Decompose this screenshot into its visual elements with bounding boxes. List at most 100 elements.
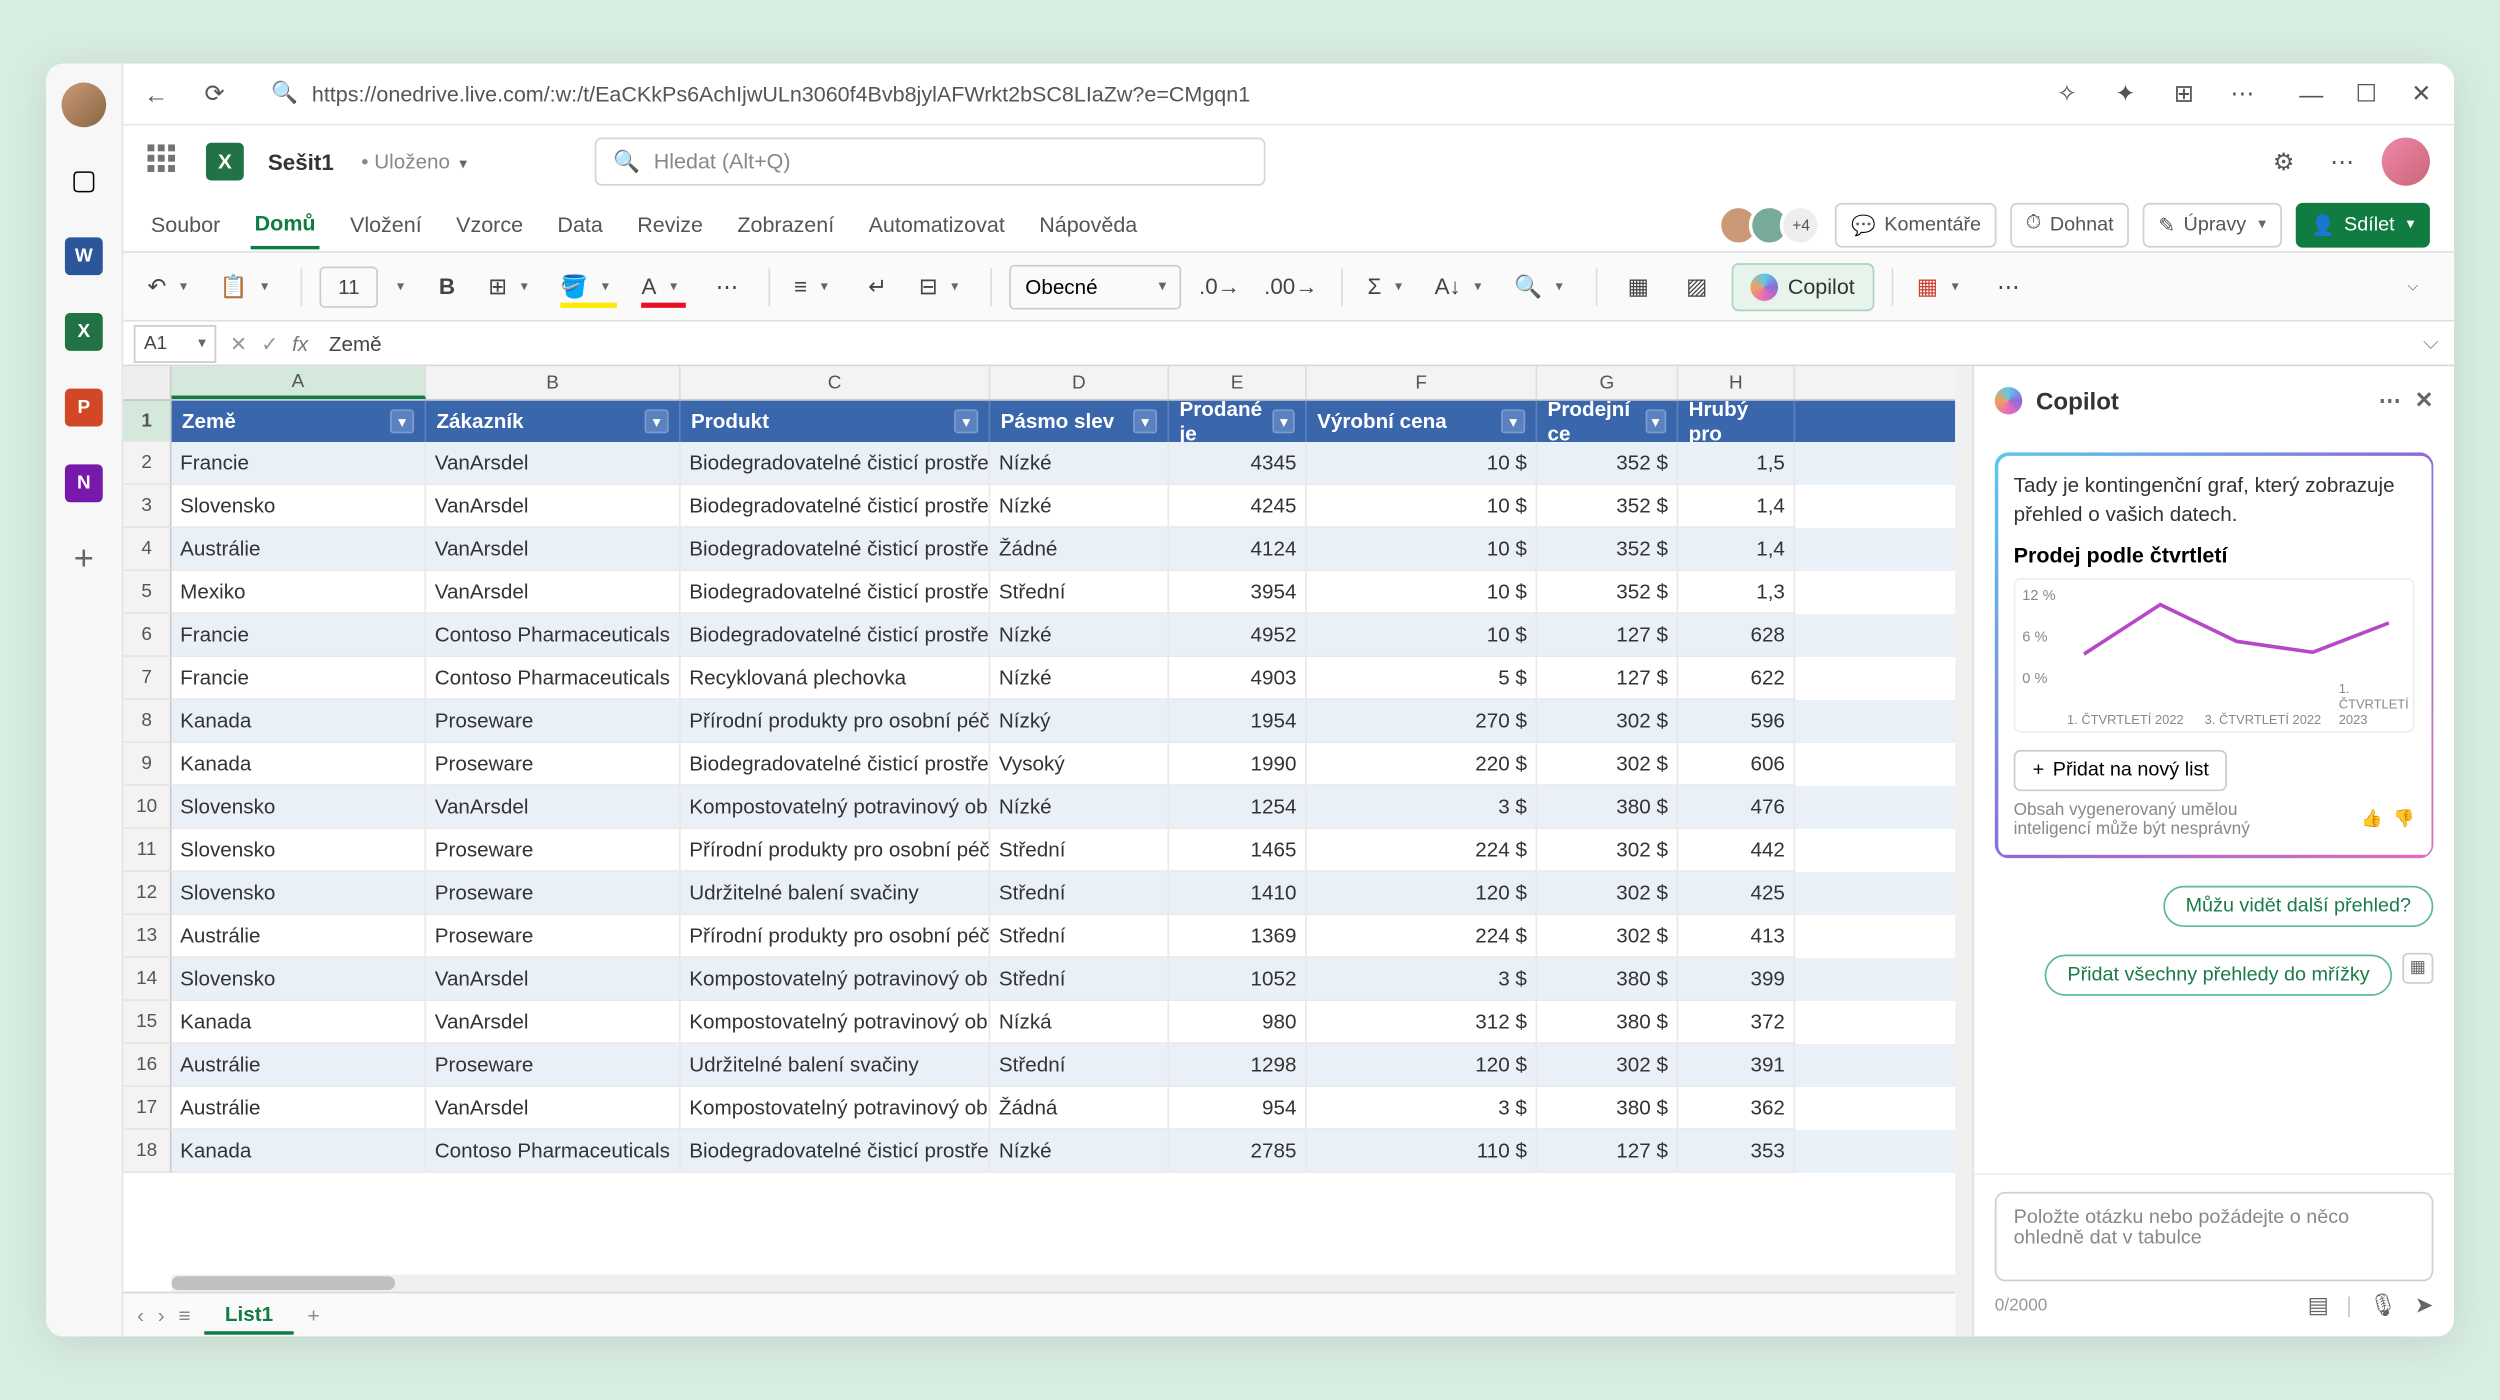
extensions-icon[interactable]: ⊞ [2165, 75, 2203, 113]
table-row[interactable]: 14SlovenskoVanArsdelKompostovatelný potr… [123, 958, 1955, 1001]
cell[interactable]: 1990 [1169, 743, 1307, 786]
cell[interactable]: Francie [172, 614, 427, 657]
add-to-sheet-button[interactable]: + Přidat na nový list [2014, 749, 2228, 790]
col-header-d[interactable]: D [990, 366, 1169, 399]
catchup-button[interactable]: ⏱ Dohnat [2010, 202, 2129, 247]
cell[interactable]: VanArsdel [426, 442, 681, 485]
cell[interactable]: 224 $ [1307, 915, 1537, 958]
tab-automate[interactable]: Automatizovat [865, 202, 1008, 247]
cell[interactable]: Kanada [172, 700, 427, 743]
expand-formula-bar[interactable]: ⌵ [2423, 330, 2454, 356]
cell[interactable]: 10 $ [1307, 614, 1537, 657]
table-row[interactable]: 16AustrálieProsewareUdržitelné balení sv… [123, 1044, 1955, 1087]
row-header[interactable]: 15 [123, 1001, 171, 1044]
table-row[interactable]: 7FrancieContoso PharmaceuticalsRecyklova… [123, 657, 1955, 700]
header-price[interactable]: Prodejní ce▾ [1537, 401, 1678, 442]
row-header[interactable]: 2 [123, 442, 171, 485]
cell[interactable]: Kanada [172, 1001, 427, 1044]
row-header[interactable]: 7 [123, 657, 171, 700]
find-button[interactable]: 🔍▾ [1507, 262, 1578, 310]
cell[interactable]: Proseware [426, 872, 681, 915]
header-customer[interactable]: Zákazník▾ [426, 401, 681, 442]
more-commands-button[interactable]: ⋯ [1984, 262, 2032, 310]
cell[interactable]: 220 $ [1307, 743, 1537, 786]
cell[interactable]: 399 [1678, 958, 1795, 1001]
row-header[interactable]: 14 [123, 958, 171, 1001]
cell[interactable]: Biodegradovatelné čisticí prostřed [681, 1130, 991, 1173]
cell[interactable]: VanArsdel [426, 786, 681, 829]
collections-icon[interactable]: ✦ [2107, 75, 2145, 113]
search-input[interactable]: 🔍 Hledat (Alt+Q) [594, 138, 1265, 186]
cell[interactable]: 1052 [1169, 958, 1307, 1001]
cell[interactable]: Contoso Pharmaceuticals [426, 614, 681, 657]
cell[interactable]: Mexiko [172, 571, 427, 614]
cell[interactable]: Slovensko [172, 958, 427, 1001]
table-row[interactable]: 12SlovenskoProsewareUdržitelné balení sv… [123, 872, 1955, 915]
cell[interactable]: Austrálie [172, 1087, 427, 1130]
cell[interactable]: 4345 [1169, 442, 1307, 485]
cell[interactable]: 628 [1678, 614, 1795, 657]
cell[interactable]: Francie [172, 442, 427, 485]
sort-filter-button[interactable]: A↓▾ [1428, 262, 1497, 310]
cell[interactable]: Vysoký [990, 743, 1169, 786]
header-country[interactable]: Země▾ [172, 401, 427, 442]
thumbs-up-icon[interactable]: 👍 [2361, 810, 2382, 829]
cell[interactable]: VanArsdel [426, 571, 681, 614]
table-row[interactable]: 6FrancieContoso PharmaceuticalsBiodegrad… [123, 614, 1955, 657]
refresh-button[interactable]: ⟳ [196, 75, 234, 113]
cell[interactable]: 4245 [1169, 485, 1307, 528]
cell[interactable]: 3 $ [1307, 958, 1537, 1001]
presence-avatars[interactable]: +4 [1729, 204, 1822, 245]
cell[interactable]: 380 $ [1537, 1001, 1678, 1044]
comments-button[interactable]: 💬 Komentáře [1836, 202, 1997, 247]
table-row[interactable]: 3SlovenskoVanArsdelBiodegradovatelné čis… [123, 485, 1955, 528]
table-row[interactable]: 9KanadaProsewareBiodegradovatelné čistic… [123, 743, 1955, 786]
table-row[interactable]: 10SlovenskoVanArsdelKompostovatelný potr… [123, 786, 1955, 829]
cell[interactable]: 3 $ [1307, 1087, 1537, 1130]
tab-formulas[interactable]: Vzorce [453, 202, 527, 247]
cell[interactable]: 1465 [1169, 829, 1307, 872]
col-header-g[interactable]: G [1537, 366, 1678, 399]
more-options-icon[interactable]: ⋯ [2323, 143, 2361, 181]
cell[interactable]: Biodegradovatelné čisticí prostřed [681, 571, 991, 614]
cell[interactable]: 980 [1169, 1001, 1307, 1044]
cell[interactable]: Kompostovatelný potravinový obal [681, 958, 991, 1001]
cell[interactable]: 312 $ [1307, 1001, 1537, 1044]
fx-icon[interactable]: fx [292, 331, 308, 355]
table-format-button[interactable]: ▦▾ [1910, 262, 1974, 310]
cell[interactable]: Biodegradovatelné čisticí prostředl [681, 743, 991, 786]
col-header-c[interactable]: C [681, 366, 991, 399]
cell[interactable]: Přírodní produkty pro osobní péči [681, 915, 991, 958]
row-header[interactable]: 12 [123, 872, 171, 915]
cell[interactable]: 302 $ [1537, 872, 1678, 915]
cell[interactable]: 1410 [1169, 872, 1307, 915]
cell[interactable]: Francie [172, 657, 427, 700]
table-row[interactable]: 18KanadaContoso PharmaceuticalsBiodegrad… [123, 1130, 1955, 1173]
row-header[interactable]: 3 [123, 485, 171, 528]
powerpoint-app-icon[interactable]: P [60, 384, 108, 432]
cell[interactable]: Nízké [990, 786, 1169, 829]
cell[interactable]: Přírodní produkty pro osobní péči [681, 700, 991, 743]
cell[interactable]: 352 $ [1537, 485, 1678, 528]
cell[interactable]: 352 $ [1537, 571, 1678, 614]
spreadsheet[interactable]: A B C D E F G H 1 Země▾ Zákazník▾ Produk… [123, 366, 1955, 1336]
autosum-button[interactable]: Σ▾ [1361, 262, 1418, 310]
header-units[interactable]: Prodané je▾ [1169, 401, 1307, 442]
decrease-decimal-button[interactable]: .00→ [1257, 262, 1324, 310]
cell[interactable]: Biodegradovatelné čisticí prostřed [681, 528, 991, 571]
cell[interactable]: 270 $ [1307, 700, 1537, 743]
user-avatar[interactable] [60, 81, 108, 129]
cell[interactable]: 3954 [1169, 571, 1307, 614]
share-button[interactable]: 👤 Sdílet ▾ [2295, 202, 2430, 247]
paste-button[interactable]: 📋▾ [213, 262, 284, 310]
tab-review[interactable]: Revize [634, 202, 707, 247]
cell[interactable]: 1369 [1169, 915, 1307, 958]
undo-button[interactable]: ↶▾ [141, 262, 203, 310]
analyze-data-button[interactable]: ▨ [1673, 262, 1721, 310]
mic-icon[interactable]: 🎙 [2369, 1292, 2397, 1320]
row-header[interactable]: 18 [123, 1130, 171, 1173]
cell[interactable]: Nízká [990, 1001, 1169, 1044]
collapse-ribbon-button[interactable]: ⌵ [2389, 262, 2437, 310]
borders-button[interactable]: ⊞▾ [481, 262, 543, 310]
cell[interactable]: Slovensko [172, 829, 427, 872]
